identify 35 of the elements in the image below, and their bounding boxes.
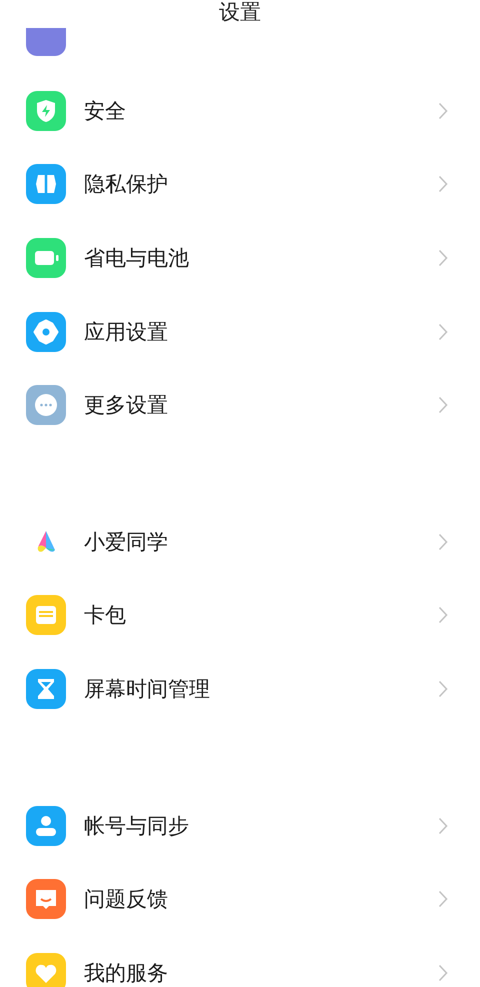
chevron-right-icon	[438, 248, 448, 267]
app-icon	[26, 28, 66, 56]
settings-item[interactable]: 问题反馈	[0, 862, 480, 936]
item-label: 安全	[84, 98, 127, 125]
chevron-right-icon	[438, 890, 448, 908]
settings-item[interactable]: 更多设置	[0, 368, 480, 442]
item-label: 问题反馈	[84, 886, 169, 914]
page-title: 设置	[219, 0, 261, 26]
chevron-right-icon	[438, 964, 448, 982]
item-label: 帐号与同步	[84, 812, 190, 840]
item-label: 我的服务	[84, 960, 169, 987]
chevron-right-icon	[438, 322, 448, 341]
item-label: 隐私保护	[84, 171, 169, 198]
item-label: 屏幕时间管理	[84, 676, 211, 703]
item-label: 更多设置	[84, 392, 169, 420]
settings-item[interactable]: 屏幕时间管理	[0, 652, 480, 726]
item-label: 小爱同学	[84, 528, 169, 556]
chevron-right-icon	[438, 680, 448, 698]
settings-item[interactable]: 帐号与同步	[0, 788, 480, 862]
settings-item[interactable]: 应用设置	[0, 294, 480, 368]
chevron-right-icon	[438, 175, 448, 194]
settings-item[interactable]: 安全	[0, 74, 480, 148]
chevron-right-icon	[438, 606, 448, 624]
item-label: 卡包	[84, 602, 127, 630]
settings-item[interactable]: 省电与电池	[0, 221, 480, 295]
settings-item[interactable]: 隐私保护	[0, 148, 480, 222]
settings-item[interactable]: 卡包	[0, 578, 480, 652]
chevron-right-icon	[438, 816, 448, 835]
chevron-right-icon	[438, 532, 448, 551]
settings-item[interactable]: 小爱同学	[0, 504, 480, 579]
chevron-right-icon	[438, 396, 448, 414]
settings-item[interactable]: 我的服务	[0, 936, 480, 987]
item-label: 应用设置	[84, 318, 169, 346]
chevron-right-icon	[438, 102, 448, 120]
item-label: 省电与电池	[84, 244, 190, 272]
